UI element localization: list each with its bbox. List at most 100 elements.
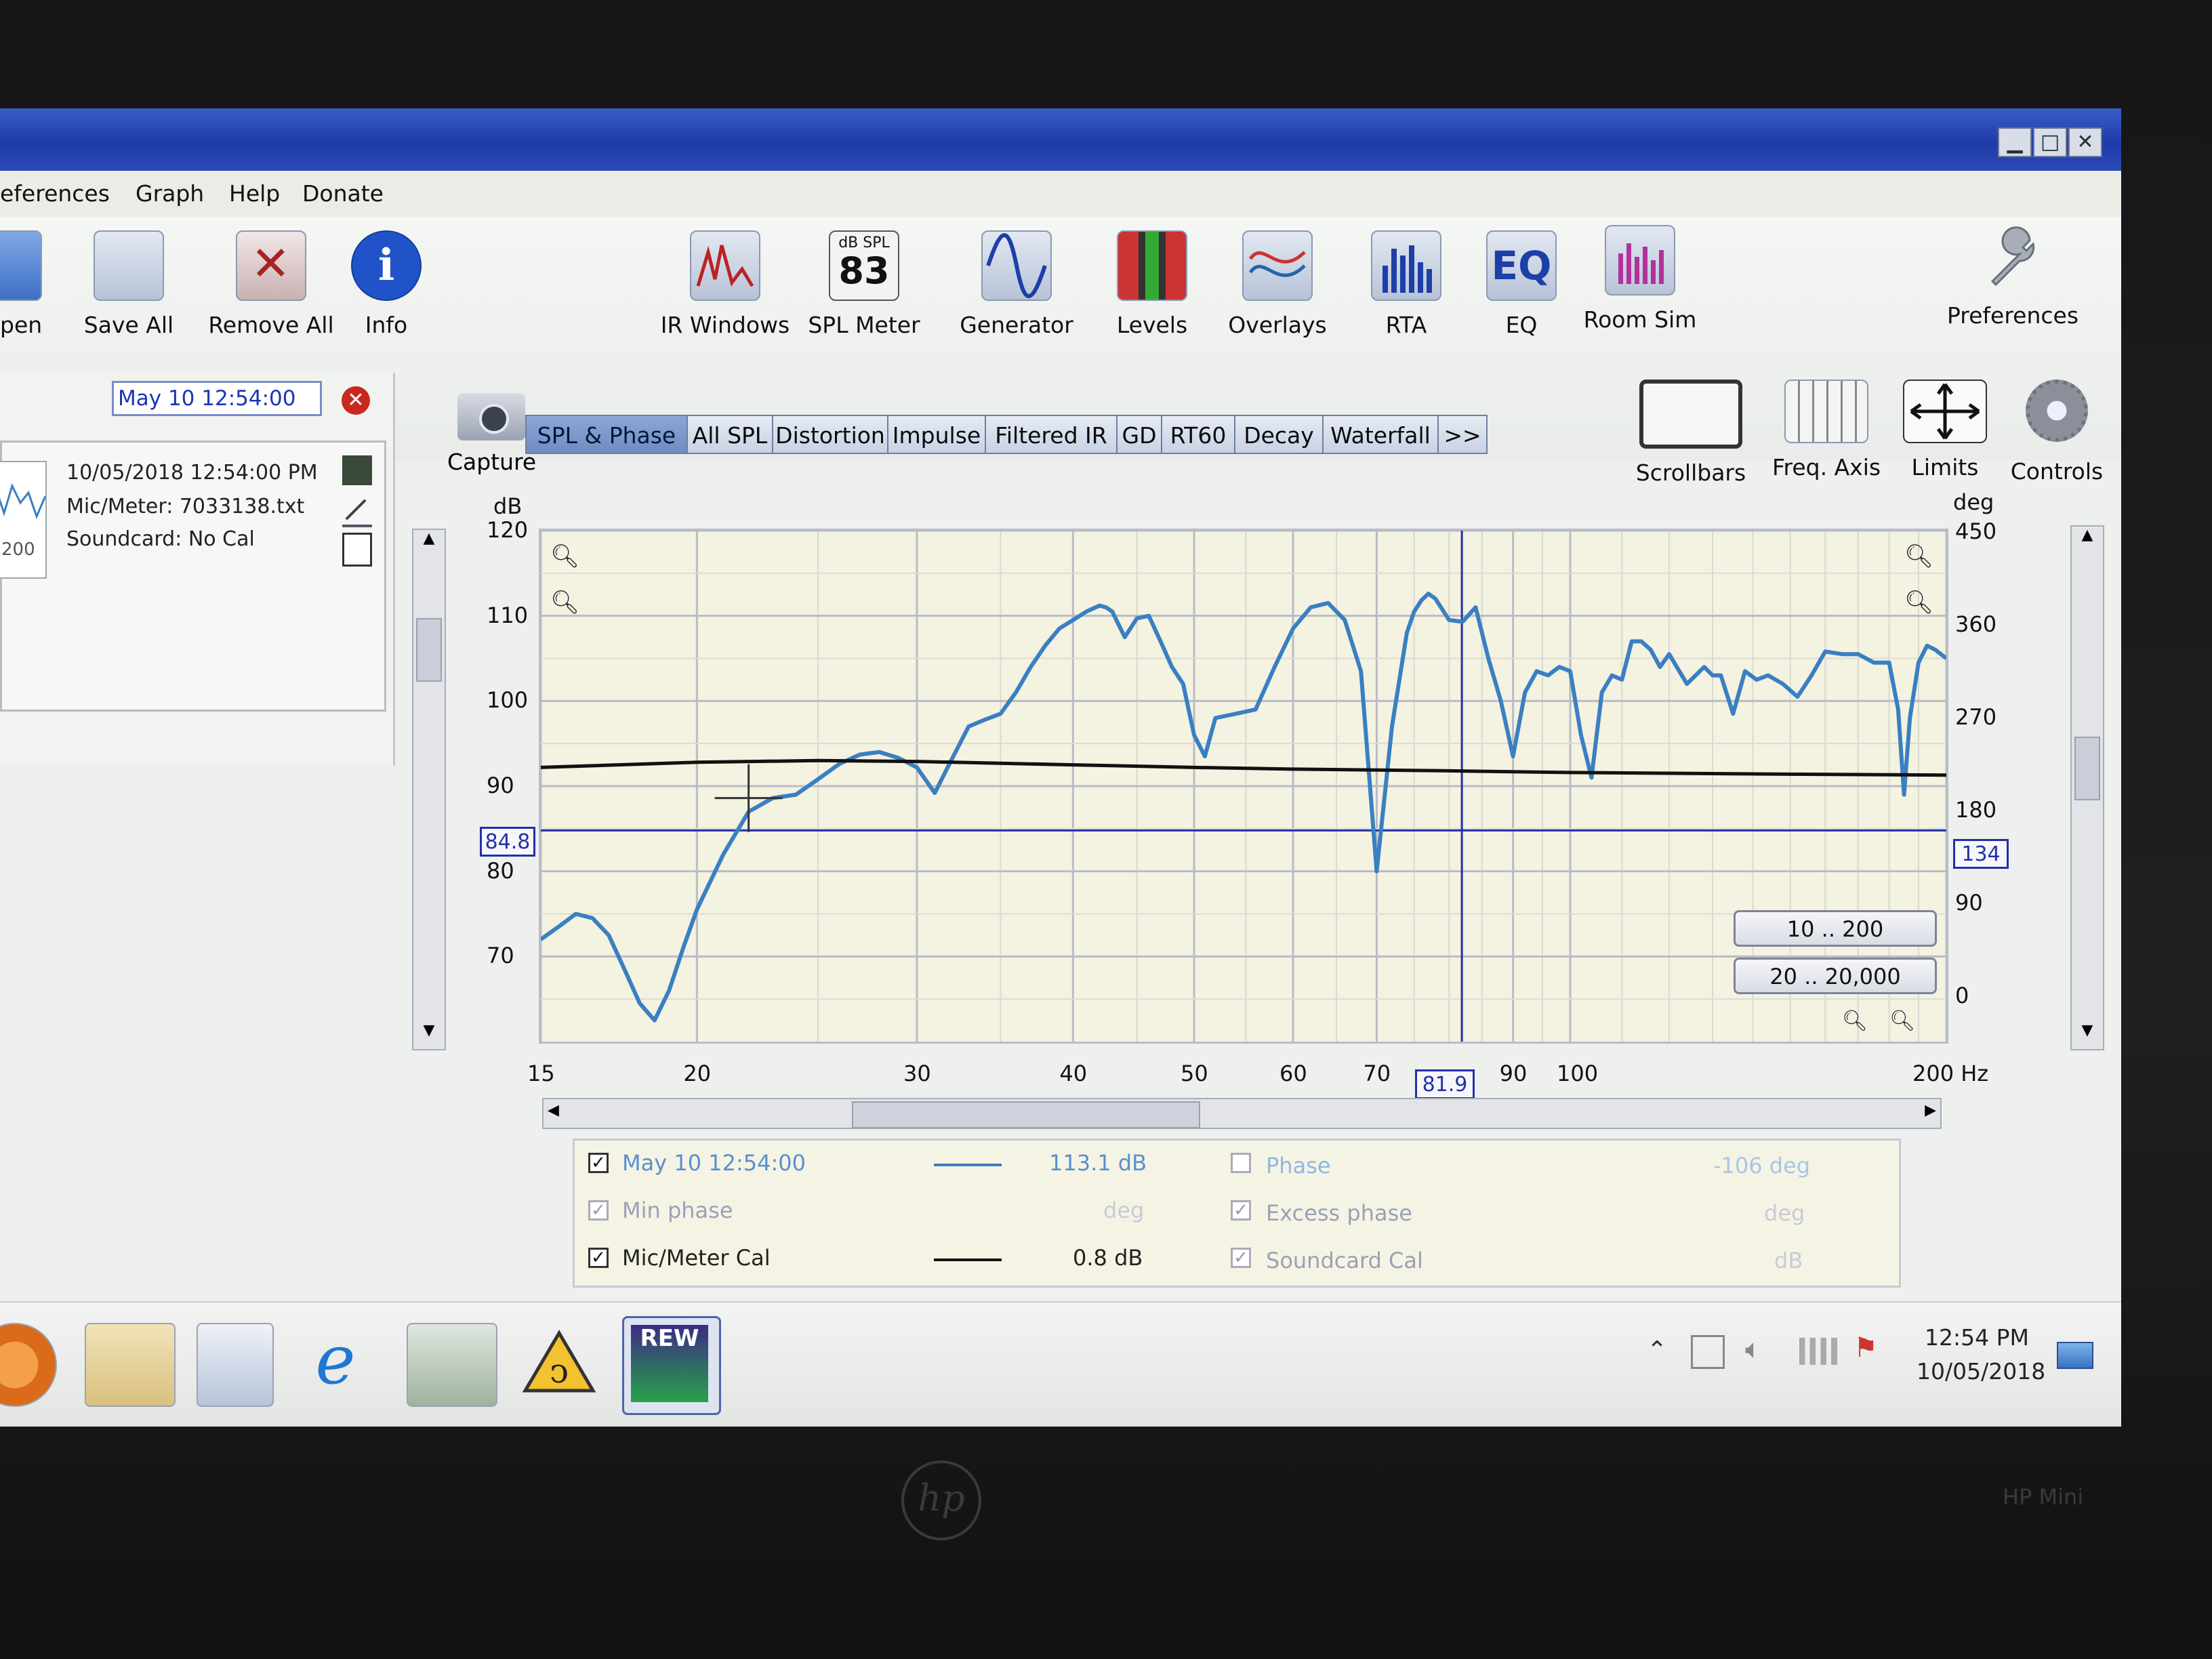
preferences-button[interactable]: Preferences bbox=[1931, 224, 2094, 329]
vertical-scrollbar-left[interactable]: ▲ ▼ bbox=[412, 529, 446, 1050]
zoom-in-right-icon[interactable]: 🔍︎ bbox=[1904, 543, 1933, 570]
legend-check-soundcard-cal[interactable]: ✓ bbox=[1231, 1248, 1251, 1268]
legend-check-min-phase[interactable]: ✓ bbox=[588, 1200, 609, 1221]
generator-button[interactable]: Generator bbox=[949, 230, 1084, 338]
show-desktop-icon[interactable] bbox=[2057, 1342, 2093, 1369]
zoom-in-x-icon[interactable]: 🔍︎ bbox=[1889, 1009, 1915, 1033]
zoom-out-x-icon[interactable]: 🔍︎ bbox=[1842, 1009, 1868, 1033]
range-20-20000-button[interactable]: 20 .. 20,000 bbox=[1734, 958, 1937, 994]
menu-help[interactable]: Help bbox=[229, 171, 280, 217]
remove-measurement-icon[interactable]: ✕ bbox=[342, 386, 370, 415]
menu-preferences[interactable]: eferences bbox=[0, 171, 110, 217]
clock-time[interactable]: 12:54 PM bbox=[1925, 1324, 2029, 1351]
capture-button[interactable]: Capture bbox=[447, 393, 536, 475]
tab-all-spl[interactable]: All SPL bbox=[687, 415, 773, 454]
measurement-edit-icon[interactable] bbox=[342, 455, 372, 485]
y-right-tick-label: 180 bbox=[1955, 797, 1997, 823]
levels-icon bbox=[1117, 230, 1187, 301]
rta-button[interactable]: RTA bbox=[1355, 230, 1457, 338]
info-icon: i bbox=[351, 230, 422, 301]
close-window-button[interactable]: ✕ bbox=[2068, 127, 2102, 157]
legend-check-mic-cal[interactable]: ✓ bbox=[588, 1248, 609, 1268]
range-10-200-button[interactable]: 10 .. 200 bbox=[1734, 910, 1937, 947]
save-all-button[interactable]: Save All bbox=[75, 230, 183, 338]
open-button[interactable]: pen bbox=[0, 230, 54, 338]
spl-phase-graph[interactable]: 🔍︎ 🔍︎ 🔍︎ 🔍︎ 10 .. 200 20 .. 20,000 🔍︎ 🔍︎ bbox=[539, 529, 1948, 1044]
folder-icon[interactable] bbox=[85, 1323, 176, 1407]
vertical-scrollbar-right[interactable]: ▲ ▼ bbox=[2070, 525, 2104, 1050]
folder-icon bbox=[0, 230, 42, 301]
maximize-button[interactable]: □ bbox=[2033, 127, 2067, 157]
scroll-up-icon[interactable]: ▲ bbox=[2072, 527, 2103, 554]
tab-impulse[interactable]: Impulse bbox=[887, 415, 986, 454]
cursor-freq-readout: 81.9 bbox=[1415, 1069, 1475, 1099]
measurement-thumbnail[interactable]: 200 bbox=[0, 461, 47, 579]
menu-graph[interactable]: Graph bbox=[136, 171, 204, 217]
spl-meter-button[interactable]: dB SPL 83 SPL Meter bbox=[803, 230, 925, 338]
tab-gd[interactable]: GD bbox=[1116, 415, 1162, 454]
legend-check-measurement[interactable]: ✓ bbox=[588, 1153, 609, 1173]
tab-decay[interactable]: Decay bbox=[1234, 415, 1324, 454]
menu-donate[interactable]: Donate bbox=[302, 171, 384, 217]
tab-more[interactable]: >> bbox=[1437, 415, 1488, 454]
legend-check-phase[interactable] bbox=[1231, 1153, 1251, 1173]
scroll-down-icon[interactable]: ▼ bbox=[413, 1022, 445, 1049]
display-icon[interactable] bbox=[407, 1323, 497, 1407]
legend-excess-phase-name: Excess phase bbox=[1266, 1200, 1412, 1226]
network-icon[interactable] bbox=[1691, 1335, 1725, 1369]
x-tick-label: 90 bbox=[1499, 1061, 1528, 1086]
ir-windows-button[interactable]: IR Windows bbox=[651, 230, 800, 338]
gear-icon bbox=[2026, 380, 2088, 442]
notes-icon[interactable] bbox=[342, 533, 372, 567]
window-icon[interactable] bbox=[197, 1323, 274, 1407]
zoom-out-icon[interactable]: 🔍︎ bbox=[550, 589, 579, 616]
tab-waterfall[interactable]: Waterfall bbox=[1322, 415, 1439, 454]
show-hidden-icons-icon[interactable]: ⌃ bbox=[1647, 1336, 1667, 1364]
volume-icon[interactable]: 🔈︎ bbox=[1745, 1334, 1761, 1365]
pencil-icon[interactable] bbox=[342, 495, 372, 527]
x-tick-label: 15 bbox=[527, 1061, 555, 1086]
remove-all-button[interactable]: ✕ Remove All bbox=[203, 230, 339, 338]
y-tick-label: 70 bbox=[487, 943, 514, 969]
tab-rt60[interactable]: RT60 bbox=[1161, 415, 1235, 454]
scroll-thumb[interactable] bbox=[2074, 737, 2100, 800]
scroll-left-icon[interactable]: ◀ bbox=[548, 1102, 559, 1119]
action-center-icon[interactable]: ⚑ bbox=[1853, 1332, 1878, 1364]
zoom-out-right-icon[interactable]: 🔍︎ bbox=[1904, 589, 1933, 616]
legend-measurement-value: 113.1 dB bbox=[1049, 1150, 1147, 1176]
h-scroll-thumb[interactable] bbox=[852, 1101, 1200, 1128]
freq-axis-button[interactable]: Freq. Axis bbox=[1762, 380, 1891, 480]
clock-date[interactable]: 10/05/2018 bbox=[1917, 1358, 2045, 1385]
x-tick-label: 50 bbox=[1181, 1061, 1208, 1086]
y-axis-label: dB bbox=[493, 493, 523, 519]
tab-distortion[interactable]: Distortion bbox=[772, 415, 888, 454]
limits-icon bbox=[1903, 380, 1987, 443]
tab-filtered-ir[interactable]: Filtered IR bbox=[985, 415, 1118, 454]
media-player-icon[interactable] bbox=[0, 1323, 57, 1407]
room-sim-button[interactable]: Room Sim bbox=[1572, 225, 1708, 333]
y-right-tick-label: 0 bbox=[1955, 983, 1969, 1009]
scroll-thumb[interactable] bbox=[416, 618, 442, 682]
levels-button[interactable]: Levels bbox=[1098, 230, 1206, 338]
scroll-down-icon[interactable]: ▼ bbox=[2072, 1022, 2103, 1049]
measurement-name-field[interactable]: May 10 12:54:00 bbox=[112, 381, 322, 416]
zoom-in-icon[interactable]: 🔍︎ bbox=[550, 543, 579, 570]
legend-check-excess-phase[interactable]: ✓ bbox=[1231, 1200, 1251, 1221]
scroll-up-icon[interactable]: ▲ bbox=[413, 530, 445, 557]
internet-explorer-icon[interactable]: e bbox=[298, 1323, 373, 1404]
eq-button[interactable]: EQ EQ bbox=[1474, 230, 1569, 338]
limits-button[interactable]: Limits bbox=[1898, 380, 1992, 480]
scrollbars-button[interactable]: Scrollbars bbox=[1623, 380, 1759, 486]
signal-icon[interactable] bbox=[1799, 1338, 1837, 1365]
rew-taskbar-button[interactable]: REW bbox=[622, 1316, 721, 1415]
tab-spl-phase[interactable]: SPL & Phase bbox=[525, 415, 688, 454]
overlays-button[interactable]: Overlays bbox=[1213, 230, 1342, 338]
scroll-right-icon[interactable]: ▶ bbox=[1925, 1102, 1936, 1119]
info-button[interactable]: i Info bbox=[346, 230, 427, 338]
cursor-db-readout: 84.8 bbox=[480, 827, 535, 857]
controls-button[interactable]: Controls bbox=[2006, 380, 2108, 485]
horizontal-scrollbar[interactable]: ◀ ▶ bbox=[542, 1098, 1942, 1129]
measurement-mic: Mic/Meter: 7033138.txt bbox=[66, 495, 305, 518]
warning-icon[interactable]: ↄ bbox=[518, 1323, 600, 1404]
minimize-button[interactable]: ▁ bbox=[1998, 127, 2032, 157]
